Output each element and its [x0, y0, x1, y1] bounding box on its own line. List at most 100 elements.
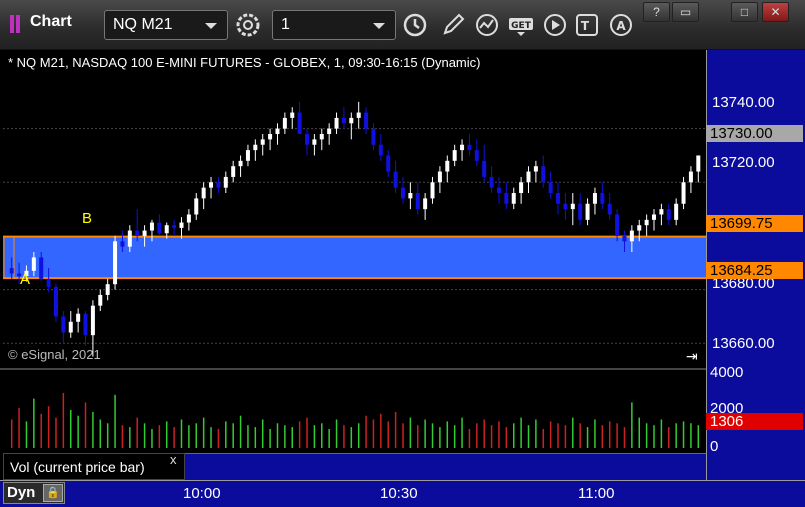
candle-body	[327, 128, 332, 135]
candle-body	[681, 182, 686, 204]
candle-body	[46, 278, 51, 287]
candle-body	[607, 203, 612, 215]
candle-body	[408, 193, 413, 199]
interval-combo[interactable]: 1	[272, 10, 396, 40]
play-icon[interactable]	[540, 10, 570, 40]
candle-body	[275, 128, 280, 135]
candle-body	[585, 203, 590, 220]
time-label: 10:30	[380, 485, 418, 502]
candle-body	[76, 313, 81, 322]
candle-body	[356, 112, 361, 118]
candle-body	[68, 321, 73, 333]
candle-body	[120, 241, 125, 247]
candle-body	[541, 166, 546, 183]
candle-body	[149, 222, 154, 231]
candle-body	[578, 203, 583, 220]
candle-body	[430, 182, 435, 199]
candle-body	[31, 257, 36, 271]
candle-body	[186, 214, 191, 223]
chevron-down-icon[interactable]	[205, 23, 217, 29]
candle-body	[223, 176, 228, 188]
candle-body	[652, 214, 657, 220]
line-chart-icon[interactable]	[472, 10, 502, 40]
candle-body	[113, 241, 118, 285]
close-button[interactable]: ✕	[762, 2, 789, 22]
candle-body	[386, 155, 391, 172]
volume-label: 4000	[710, 364, 744, 381]
candle-body	[504, 193, 509, 204]
svg-text:A: A	[616, 19, 626, 33]
indicator-label[interactable]: Vol (current price bar)	[3, 453, 185, 480]
band-bottom-tag: 13684.25	[706, 262, 803, 279]
candle-body	[622, 235, 627, 242]
candle-body	[437, 171, 442, 183]
svg-text:GET: GET	[511, 21, 532, 31]
candle-body	[474, 150, 479, 161]
candle-body	[533, 166, 538, 172]
candle-body	[378, 144, 383, 156]
get-icon[interactable]: GET	[506, 10, 536, 40]
candle-body	[61, 316, 66, 333]
candle-body	[592, 193, 597, 204]
candle-body	[526, 171, 531, 183]
candle-body	[105, 284, 110, 295]
candle-body	[53, 286, 58, 317]
candle-body	[312, 139, 317, 145]
candle-body	[90, 305, 95, 336]
lock-icon[interactable]: 🔒	[43, 484, 63, 502]
candle-body	[245, 150, 250, 161]
candle-body	[201, 187, 206, 199]
symbol-combo[interactable]: NQ M21	[104, 10, 228, 40]
scroll-to-end-icon[interactable]: ⇥	[686, 348, 698, 365]
chevron-down-icon[interactable]	[373, 23, 385, 29]
copyright-text: © eSignal, 2021	[8, 347, 101, 362]
candle-body	[216, 182, 221, 188]
candle-body	[157, 222, 162, 234]
candle-body	[282, 117, 287, 129]
chart-plot[interactable]	[0, 50, 805, 507]
alert-icon[interactable]: A	[606, 10, 636, 40]
candle-body	[423, 198, 428, 210]
help-button[interactable]: ?	[643, 2, 670, 22]
price-label: 13720.00	[712, 154, 775, 171]
clock-icon[interactable]	[400, 10, 430, 40]
last-price-tag: 13730.00	[706, 125, 803, 142]
time-label: 10:00	[183, 485, 221, 502]
candle-body	[563, 203, 568, 210]
candle-body	[9, 268, 14, 274]
gear-icon[interactable]	[233, 10, 263, 40]
candle-body	[98, 294, 103, 306]
candle-body	[519, 182, 524, 194]
candle-body	[39, 257, 44, 279]
symbol-value: NQ M21	[113, 16, 173, 33]
candle-body	[637, 225, 642, 231]
candle-body	[482, 160, 487, 177]
text-icon[interactable]: T	[572, 10, 602, 40]
candle-body	[253, 144, 258, 151]
marker-a: A	[20, 271, 31, 288]
candle-body	[341, 117, 346, 124]
pencil-icon[interactable]	[438, 10, 468, 40]
candle-body	[688, 171, 693, 183]
candle-body	[400, 187, 405, 199]
indicator-close-icon[interactable]: x	[170, 452, 177, 467]
candle-body	[164, 225, 169, 234]
candle-body	[548, 182, 553, 194]
time-label: 11:00	[578, 485, 615, 502]
candle-body	[231, 166, 236, 177]
candle-body	[179, 222, 184, 228]
volume-label: 0	[710, 438, 719, 455]
candle-body	[511, 193, 516, 204]
candle-body	[142, 230, 147, 236]
price-band	[3, 236, 706, 279]
candle-body	[556, 193, 561, 204]
price-label: 13740.00	[712, 94, 775, 111]
candle-body	[666, 209, 671, 220]
candle-body	[674, 203, 679, 220]
maximize-button[interactable]: □	[731, 2, 758, 22]
candle-body	[290, 112, 295, 118]
minimize-button[interactable]: ▭	[672, 2, 699, 22]
candle-body	[297, 112, 302, 135]
candle-body	[452, 150, 457, 161]
candle-body	[415, 193, 420, 210]
